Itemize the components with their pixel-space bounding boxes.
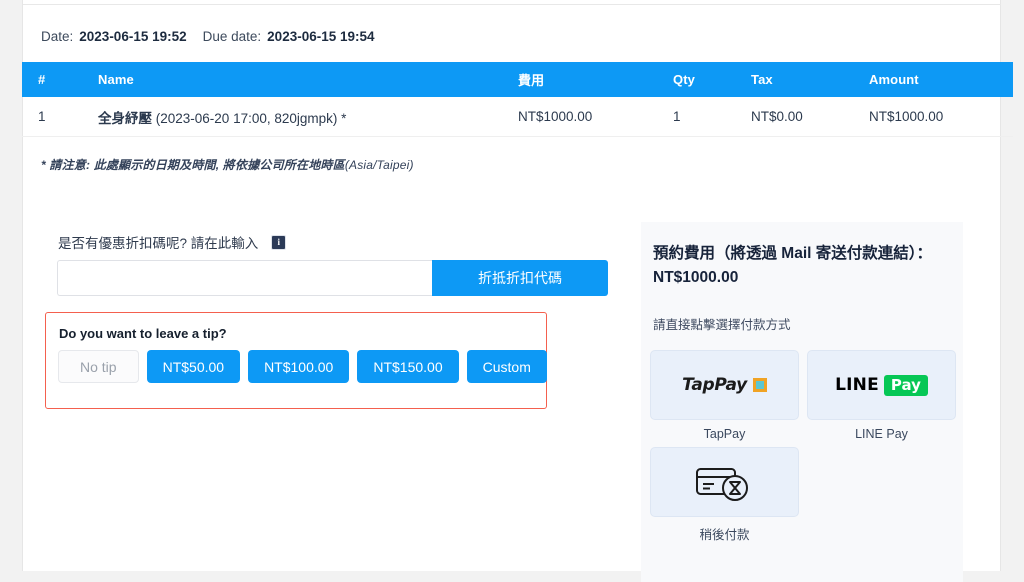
col-header-name: Name bbox=[98, 62, 518, 97]
cell-index: 1 bbox=[22, 97, 98, 137]
tappay-square-icon bbox=[752, 378, 767, 392]
table-header-row: # Name 費用 Qty Tax Amount bbox=[22, 62, 1013, 97]
timezone-footnote-text: * 請注意: 此處顯示的日期及時間, 將依據公司所在地時區 bbox=[41, 158, 345, 172]
payment-methods: TapPay TapPay LINE Pay LINE Pay 稍後付款 bbox=[650, 350, 960, 543]
date-value: 2023-06-15 19:52 bbox=[79, 29, 187, 44]
tip-option-50[interactable]: NT$50.00 bbox=[146, 350, 241, 383]
tip-option-custom[interactable]: Custom bbox=[466, 350, 547, 383]
linepay-logo-icon: LINE Pay bbox=[835, 374, 928, 396]
tappay-wordmark: TapPay bbox=[682, 375, 747, 395]
tip-question: Do you want to leave a tip? bbox=[59, 326, 227, 341]
timezone-footnote-zone: (Asia/Taipei) bbox=[344, 158, 414, 172]
due-date-label: Due date: bbox=[202, 29, 262, 44]
payment-caption-tappay: TapPay bbox=[703, 427, 746, 441]
payment-method-linepay[interactable]: LINE Pay LINE Pay bbox=[807, 350, 956, 441]
cell-name: 全身紓壓 (2023-06-20 17:00, 820jgmpk) * bbox=[98, 97, 518, 137]
apply-coupon-button[interactable]: 折抵折扣代碼 bbox=[432, 260, 608, 296]
col-header-tax: Tax bbox=[751, 62, 869, 97]
due-date-value: 2023-06-15 19:54 bbox=[267, 29, 375, 44]
invoice-date-row: Date: 2023-06-15 19:52 Due date: 2023-06-15… bbox=[41, 29, 375, 44]
cell-tax: NT$0.00 bbox=[751, 97, 869, 137]
payment-card-linepay[interactable]: LINE Pay bbox=[807, 350, 956, 420]
tip-section: Do you want to leave a tip? No tip NT$50… bbox=[45, 312, 547, 409]
col-header-amount: Amount bbox=[869, 62, 1013, 97]
col-header-index: # bbox=[22, 62, 98, 97]
tip-option-100[interactable]: NT$100.00 bbox=[248, 350, 350, 383]
linepay-pay-chip: Pay bbox=[883, 374, 928, 396]
payment-caption-pay-later: 稍後付款 bbox=[699, 528, 750, 542]
payment-total-title: 預約費用（將透過 Mail 寄送付款連結）： NT$1000.00 bbox=[653, 245, 933, 286]
payment-card-tappay[interactable]: TapPay bbox=[650, 350, 799, 420]
coupon-prompt: 是否有優惠折扣碼呢? 請在此輸入 i bbox=[58, 232, 286, 252]
payment-card-pay-later[interactable] bbox=[650, 447, 799, 517]
service-meta: (2023-06-20 17:00, 820jgmpk) * bbox=[155, 110, 347, 126]
payment-method-tappay[interactable]: TapPay TapPay bbox=[650, 350, 799, 441]
col-header-fee: 費用 bbox=[518, 62, 673, 97]
card-clock-icon bbox=[695, 468, 748, 501]
invoice-checkout-page: Date: 2023-06-15 19:52 Due date: 2023-06-15… bbox=[0, 0, 1024, 582]
tappay-logo-icon: TapPay bbox=[682, 375, 767, 395]
top-divider bbox=[23, 4, 1001, 5]
payment-instruction: 請直接點擊選擇付款方式 bbox=[653, 318, 791, 332]
payment-caption-linepay: LINE Pay bbox=[855, 427, 908, 441]
coupon-prompt-text: 是否有優惠折扣碼呢? 請在此輸入 bbox=[58, 236, 259, 251]
tip-option-150[interactable]: NT$150.00 bbox=[357, 350, 459, 383]
service-name: 全身紓壓 bbox=[98, 110, 152, 126]
cell-qty: 1 bbox=[673, 97, 751, 137]
info-icon[interactable]: i bbox=[272, 235, 286, 249]
coupon-code-input[interactable] bbox=[57, 260, 432, 296]
linepay-wordmark: LINE bbox=[835, 375, 879, 395]
payment-method-pay-later[interactable]: 稍後付款 bbox=[650, 447, 799, 543]
timezone-footnote: * 請注意: 此處顯示的日期及時間, 將依據公司所在地時區(Asia/Taipe… bbox=[41, 156, 414, 173]
cell-fee: NT$1000.00 bbox=[518, 97, 673, 137]
tip-option-no-tip[interactable]: No tip bbox=[58, 350, 139, 383]
table-row: 1 全身紓壓 (2023-06-20 17:00, 820jgmpk) * NT… bbox=[22, 97, 1013, 137]
col-header-qty: Qty bbox=[673, 62, 751, 97]
cell-amount: NT$1000.00 bbox=[869, 97, 1013, 137]
invoice-table: # Name 費用 Qty Tax Amount 1 全身紓壓 (2023-06… bbox=[22, 62, 1013, 137]
page-gutter-left bbox=[0, 0, 22, 571]
coupon-row: 折抵折扣代碼 bbox=[57, 260, 608, 296]
payment-panel: 預約費用（將透過 Mail 寄送付款連結）： NT$1000.00 請直接點擊選… bbox=[641, 222, 963, 582]
date-label: Date: bbox=[41, 29, 74, 44]
tip-options: No tip NT$50.00 NT$100.00 NT$150.00 Cust… bbox=[58, 350, 547, 383]
